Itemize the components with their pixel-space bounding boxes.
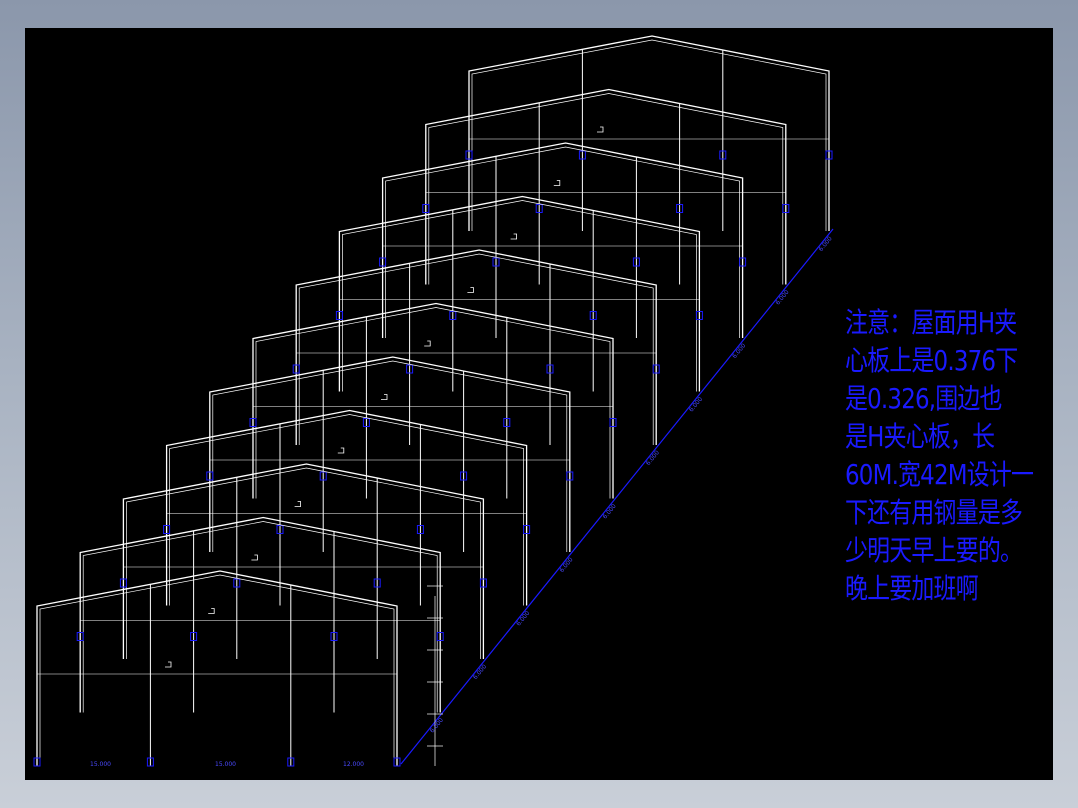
portal-frame [249, 302, 617, 499]
frame-inner-flange [385, 146, 740, 338]
frame-outline [252, 302, 614, 499]
note-line-8: 晚上要加班啊 [845, 572, 979, 605]
purlin-bracket [165, 661, 172, 668]
bay-dimension-label: 6.000 [818, 235, 834, 253]
frame-inner-flange [471, 39, 827, 231]
purlin-bracket [424, 340, 431, 347]
cad-drawing-viewport[interactable]: 6.000 6.000 6.000 6.000 6.000 6.000 6.000 6.000… [25, 28, 1053, 780]
frame-outline [122, 463, 485, 659]
portal-frame [206, 356, 574, 552]
frame-outline [209, 356, 571, 552]
note-line-6: 下还有用钢量是多 [845, 496, 1023, 529]
frame-inner-flange [342, 200, 697, 392]
frame-outline [338, 195, 701, 392]
purlin-bracket [553, 180, 561, 186]
purlin-bracket [467, 287, 474, 293]
purlin-bracket [381, 394, 388, 400]
purlin-bracket [251, 554, 258, 561]
frame-inner-flange [82, 521, 438, 713]
frame-outline [165, 409, 528, 606]
frame-inner-flange [169, 414, 524, 606]
bay-dimension-label: 6.000 [429, 717, 445, 735]
frame-outline [468, 35, 830, 231]
bay-dimension-label: 6.000 [731, 342, 747, 360]
span-dimension-label: 12.000 [343, 761, 364, 768]
bay-dimension-label: 6.000 [602, 503, 618, 521]
frame-outline [295, 249, 657, 445]
note-line-4: 是H夹心板，长 [845, 420, 995, 453]
portal-frame [76, 516, 444, 713]
purlin-bracket [294, 501, 301, 507]
portal-frame [422, 88, 790, 285]
portal-frame [379, 142, 747, 338]
portal-frame [292, 249, 660, 445]
frame-outline [36, 570, 398, 766]
bay-dimension-label: 6.000 [645, 449, 661, 467]
frame-inner-flange [212, 360, 568, 552]
note-line-5: 60M.宽42M设计一 [845, 458, 1034, 491]
note-line-7: 少明天早上要的。 [845, 534, 1023, 567]
annotation-note: 注意：屋面用H夹 心板上是0.376下 是0.326,围边也 是H夹心板，长 6… [845, 304, 1034, 608]
frame-inner-flange [298, 253, 654, 445]
frame-inner-flange [255, 307, 611, 499]
frame-inner-flange [39, 574, 395, 766]
portal-frame [465, 35, 833, 231]
frame-outline [79, 516, 441, 713]
bay-dimension-label: 6.000 [688, 396, 704, 414]
note-line-2: 心板上是0.376下 [845, 344, 1018, 377]
purlin-bracket [208, 608, 215, 614]
frame-inner-flange [126, 467, 481, 659]
frame-outline [381, 142, 744, 338]
portal-frame [119, 463, 487, 659]
frame-outline [425, 88, 787, 285]
portal-frame [335, 195, 703, 392]
span-dimension-label: 15.000 [215, 761, 236, 768]
portal-frame [33, 570, 401, 767]
note-line-3: 是0.326,围边也 [845, 382, 1002, 415]
bay-dimension-label: 6.000 [558, 556, 574, 574]
bay-dimension-label: 6.000 [472, 663, 488, 681]
note-line-1: 注意：屋面用H夹 [845, 306, 1017, 339]
frame-inner-flange [428, 93, 784, 285]
portal-frame [163, 409, 531, 606]
purlin-bracket [510, 233, 517, 240]
bay-dimension-label: 6.000 [774, 289, 790, 307]
bay-dimension-label: 6.000 [515, 610, 531, 628]
purlin-bracket [337, 447, 345, 454]
purlin-bracket [597, 126, 604, 133]
span-dimension-label: 15.000 [90, 761, 111, 768]
